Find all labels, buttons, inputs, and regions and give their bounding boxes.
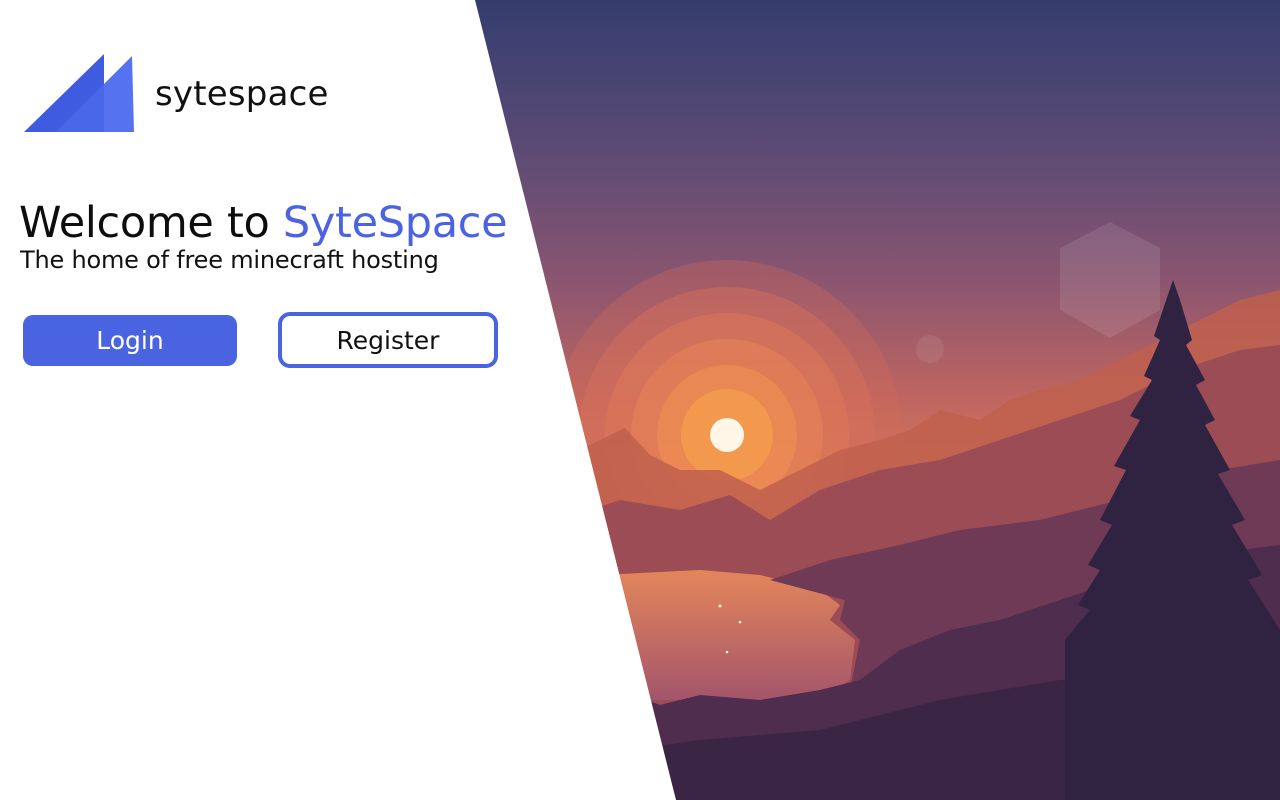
login-button[interactable]: Login xyxy=(23,315,237,366)
page-title-accent: SyteSpace xyxy=(282,198,508,248)
brand[interactable]: sytespace xyxy=(24,54,328,134)
page-title-prefix: Welcome to xyxy=(19,198,283,248)
page-title: Welcome to SyteSpace xyxy=(19,198,508,248)
sytespace-logo-icon xyxy=(24,54,134,132)
brand-name: sytespace xyxy=(155,74,329,114)
register-button[interactable]: Register xyxy=(278,312,498,368)
page-subtitle: The home of free minecraft hosting xyxy=(20,246,439,274)
